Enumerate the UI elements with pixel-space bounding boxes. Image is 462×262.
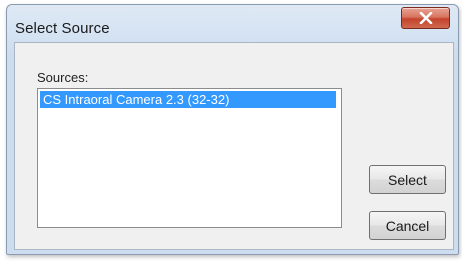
cancel-button[interactable]: Cancel [369, 211, 446, 240]
sources-listbox[interactable]: CS Intraoral Camera 2.3 (32-32) [37, 88, 342, 228]
close-x-icon [419, 12, 433, 24]
dialog-title: Select Source [15, 20, 110, 37]
close-button[interactable] [401, 7, 450, 29]
dialog-content: Sources: CS Intraoral Camera 2.3 (32-32)… [14, 42, 454, 250]
sources-label: Sources: [37, 70, 89, 85]
list-item[interactable]: CS Intraoral Camera 2.3 (32-32) [40, 91, 336, 108]
select-source-dialog: Select Source Sources: CS Intraoral Came… [6, 4, 459, 255]
title-bar[interactable]: Select Source [7, 5, 458, 39]
select-button[interactable]: Select [369, 165, 446, 194]
